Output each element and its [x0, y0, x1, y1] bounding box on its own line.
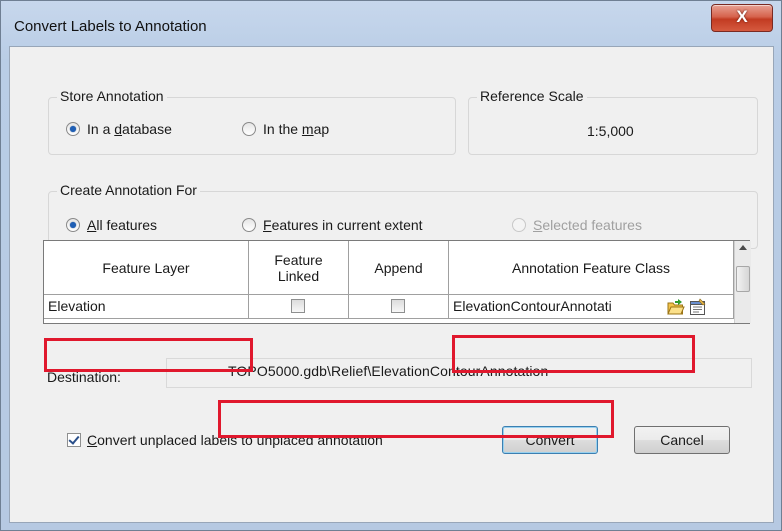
scroll-thumb[interactable] — [736, 266, 750, 292]
dialog-title: Convert Labels to Annotation — [14, 18, 207, 35]
dialog-body: Store Annotation In a database In the ma… — [9, 46, 774, 523]
create-annotation-title: Create Annotation For — [57, 182, 200, 198]
radio-label-in-map: In the map — [263, 121, 330, 137]
convert-unplaced-option[interactable]: Convert unplaced labels to unplaced anno… — [67, 432, 383, 448]
radio-dot-all-features[interactable] — [66, 218, 80, 232]
radio-current-extent[interactable]: Features in current extent — [242, 217, 423, 233]
cancel-button[interactable]: Cancel — [634, 426, 730, 454]
convert-unplaced-checkbox[interactable] — [67, 433, 81, 447]
column-header-label: Annotation Feature Class — [512, 259, 670, 276]
radio-dot-selected-features — [512, 218, 526, 232]
column-header-label: Feature Layer — [102, 259, 190, 276]
column-header-label: Append — [374, 259, 423, 276]
column-header-feature-linked[interactable]: Feature Linked — [249, 241, 349, 295]
column-header-append[interactable]: Append — [349, 241, 449, 295]
title-bar[interactable]: Convert Labels to Annotation X — [1, 1, 781, 45]
reference-scale-title: Reference Scale — [477, 88, 587, 104]
radio-in-database[interactable]: In a database — [66, 121, 172, 137]
feature-layer-grid[interactable]: Feature Layer Feature Linked Append Anno… — [43, 240, 751, 324]
cell-annotation-class[interactable]: ElevationContourAnnotati — [449, 295, 734, 319]
reference-scale-value: 1:5,000 — [587, 123, 634, 139]
feature-linked-checkbox[interactable] — [291, 299, 305, 313]
radio-dot-in-map[interactable] — [242, 122, 256, 136]
column-header-label-line2: Linked — [277, 267, 320, 284]
column-header-label-line1: Feature — [274, 251, 323, 268]
radio-label-all-features: All features — [87, 217, 158, 233]
open-folder-icon[interactable] — [667, 298, 685, 316]
close-icon: X — [736, 7, 748, 26]
dialog-window: Convert Labels to Annotation X Store Ann… — [0, 0, 782, 531]
destination-value: TOPO5000.gdb\Relief\ElevationContourAnno… — [228, 363, 549, 379]
feature-layer-value: Elevation — [48, 298, 106, 314]
convert-unplaced-label: Convert unplaced labels to unplaced anno… — [87, 432, 383, 448]
append-checkbox[interactable] — [391, 299, 405, 313]
radio-label-in-database: In a database — [87, 121, 172, 137]
radio-label-current-extent: Features in current extent — [263, 217, 423, 233]
radio-label-selected-features: Selected features — [533, 217, 642, 233]
column-header-feature-layer[interactable]: Feature Layer — [44, 241, 249, 295]
cell-append — [349, 295, 449, 319]
close-button[interactable]: X — [711, 4, 773, 32]
radio-dot-in-database[interactable] — [66, 122, 80, 136]
column-header-annotation-class[interactable]: Annotation Feature Class — [449, 241, 734, 295]
properties-icon[interactable] — [689, 298, 707, 316]
scroll-up-arrow-icon[interactable] — [739, 245, 747, 250]
cell-feature-linked — [249, 295, 349, 319]
radio-all-features[interactable]: All features — [66, 217, 157, 233]
radio-selected-features: Selected features — [512, 217, 642, 233]
convert-button[interactable]: Convert — [502, 426, 598, 454]
grid-scrollbar[interactable] — [734, 241, 751, 323]
store-annotation-title: Store Annotation — [57, 88, 167, 104]
destination-label: Destination: — [47, 369, 121, 385]
radio-in-map[interactable]: In the map — [242, 121, 329, 137]
annotation-class-value: ElevationContourAnnotati — [453, 298, 612, 314]
radio-dot-current-extent[interactable] — [242, 218, 256, 232]
cell-feature-layer[interactable]: Elevation — [44, 295, 249, 319]
